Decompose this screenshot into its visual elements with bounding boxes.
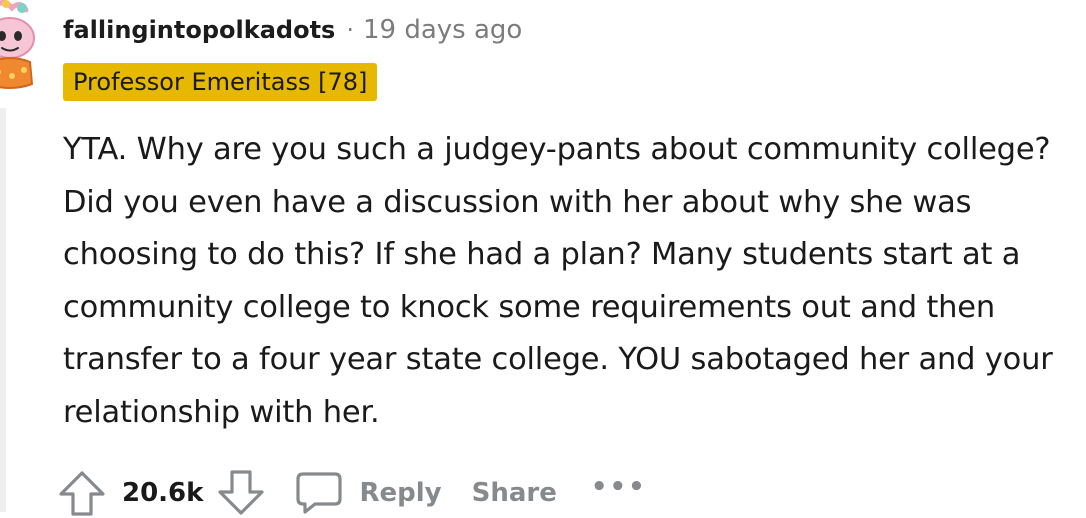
comment-body: YTA. Why are you such a judgey-pants abo… <box>63 132 1053 430</box>
downvote-arrow-icon <box>218 470 265 515</box>
snoo-avatar-icon <box>0 0 35 89</box>
reply-label: Reply <box>359 478 442 508</box>
vote-score: 20.6k <box>122 478 204 508</box>
downvote-button[interactable] <box>217 470 265 516</box>
user-flair: Professor Emeritass [78] <box>63 63 378 101</box>
comment-timestamp[interactable]: 19 days ago <box>363 15 522 45</box>
speech-bubble-icon <box>296 472 343 514</box>
comment-actions: 20.6k Reply Share ••• <box>58 468 647 518</box>
user-avatar[interactable] <box>0 0 40 92</box>
comment-meta: fallingintopolkadots · 19 days ago <box>63 12 522 48</box>
comment-author[interactable]: fallingintopolkadots <box>63 16 335 44</box>
reply-button[interactable]: Reply <box>295 471 442 515</box>
upvote-arrow-icon <box>59 471 105 516</box>
more-options-button[interactable]: ••• <box>591 472 647 502</box>
meta-separator: · <box>346 16 354 44</box>
thread-line[interactable] <box>0 108 6 512</box>
share-button[interactable]: Share <box>472 478 557 508</box>
upvote-button[interactable] <box>58 470 106 516</box>
